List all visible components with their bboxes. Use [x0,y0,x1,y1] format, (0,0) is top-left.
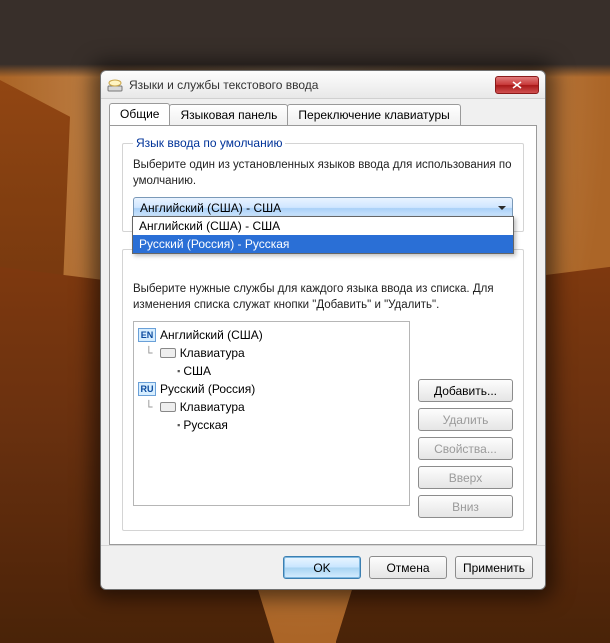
keyboard-icon [160,402,176,412]
combo-value: Английский (США) - США [140,201,281,215]
default-language-legend: Язык ввода по умолчанию [133,136,285,150]
move-down-button[interactable]: Вниз [418,495,513,518]
tree-layout-ru[interactable]: ▪ Русская [138,416,405,434]
default-language-dropdown[interactable]: Английский (США) - США Русский (Россия) … [132,216,514,254]
remove-button[interactable]: Удалить [418,408,513,431]
bullet-icon: ▪ [177,420,180,430]
tree-kb-ru[interactable]: └ Клавиатура [138,398,405,416]
app-icon [107,77,123,93]
tab-panel-general: Язык ввода по умолчанию Выберите один из… [109,125,537,545]
tab-strip: Общие Языковая панель Переключение клави… [109,103,537,125]
tab-area: Общие Языковая панель Переключение клави… [101,99,545,545]
services-instruction: Выберите нужные службы для каждого языка… [133,282,513,313]
dialog-window: Языки и службы текстового ввода Общие Яз… [100,70,546,590]
dropdown-option-ru[interactable]: Русский (Россия) - Русская [133,235,513,253]
tree-layout-en[interactable]: ▪ США [138,362,405,380]
default-language-instruction: Выберите один из установленных языков вв… [133,158,513,189]
installed-services-group: Установленные службы Выберите нужные слу… [122,242,524,531]
keyboard-icon [160,348,176,358]
tree-layout-en-label: США [183,364,211,378]
tab-language-panel[interactable]: Языковая панель [169,104,288,126]
tree-layout-ru-label: Русская [183,418,228,432]
ok-button[interactable]: OK [283,556,361,579]
close-icon [512,81,522,89]
tree-kb-en[interactable]: └ Клавиатура [138,344,405,362]
dialog-footer: OK Отмена Применить [101,545,545,589]
dropdown-option-en[interactable]: Английский (США) - США [133,217,513,235]
tree-kb-ru-label: Клавиатура [180,400,245,414]
cancel-button[interactable]: Отмена [369,556,447,579]
close-button[interactable] [495,76,539,94]
lang-badge-en: EN [138,328,156,342]
tree-lang-en[interactable]: EN Английский (США) [138,326,405,344]
tree-lang-en-label: Английский (США) [160,328,263,342]
lang-badge-ru: RU [138,382,156,396]
service-buttons: Добавить... Удалить Свойства... Вверх Вн… [418,379,513,518]
apply-button[interactable]: Применить [455,556,533,579]
tree-lang-ru[interactable]: RU Русский (Россия) [138,380,405,398]
move-up-button[interactable]: Вверх [418,466,513,489]
properties-button[interactable]: Свойства... [418,437,513,460]
tree-kb-en-label: Клавиатура [180,346,245,360]
bullet-icon: ▪ [177,366,180,376]
titlebar[interactable]: Языки и службы текстового ввода [101,71,545,99]
window-title: Языки и службы текстового ввода [129,78,495,92]
add-button[interactable]: Добавить... [418,379,513,402]
tab-keyboard-switch[interactable]: Переключение клавиатуры [287,104,460,126]
services-tree[interactable]: EN Английский (США) └ Клавиатура ▪ США [133,321,410,506]
tree-lang-ru-label: Русский (Россия) [160,382,255,396]
tab-general[interactable]: Общие [109,103,170,125]
